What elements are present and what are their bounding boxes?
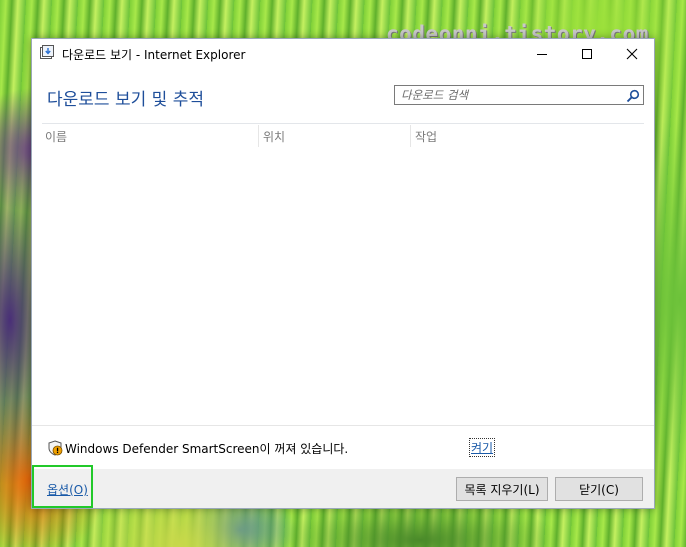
list-divider	[32, 425, 654, 426]
column-header-name[interactable]: 이름	[45, 128, 67, 145]
page-heading: 다운로드 보기 및 추적	[47, 90, 204, 110]
window-title: 다운로드 보기 - Internet Explorer	[62, 48, 246, 62]
maximize-button[interactable]	[564, 39, 609, 69]
search-box	[394, 85, 644, 105]
options-label[interactable]: 옵션(O)	[47, 481, 88, 498]
turn-on-smartscreen-link[interactable]: 켜기	[469, 438, 496, 457]
column-separator[interactable]	[410, 125, 411, 147]
search-input[interactable]	[395, 86, 627, 104]
options-link[interactable]: 옵션(O)	[32, 465, 93, 508]
close-button[interactable]: 닫기(C)	[555, 477, 643, 501]
maximize-icon	[581, 49, 592, 59]
minimize-button[interactable]	[519, 39, 564, 69]
header-divider	[42, 123, 644, 124]
downloads-list[interactable]	[32, 149, 654, 425]
title-bar: 다운로드 보기 - Internet Explorer	[32, 39, 654, 69]
smartscreen-message: Windows Defender SmartScreen이 꺼져 있습니다.	[65, 442, 349, 456]
clear-list-button[interactable]: 목록 지우기(L)	[456, 477, 548, 501]
search-icon	[626, 89, 640, 103]
warning-shield-icon	[47, 440, 63, 456]
downloads-app-icon	[39, 45, 55, 61]
search-button[interactable]	[626, 88, 640, 103]
column-header-action[interactable]: 작업	[415, 128, 437, 145]
download-manager-window: 다운로드 보기 - Internet Explorer 다운로드 보기 및 추적	[31, 38, 655, 509]
close-window-button[interactable]	[609, 39, 654, 69]
column-header-location[interactable]: 위치	[263, 128, 285, 145]
minimize-icon	[536, 54, 547, 55]
close-icon	[626, 48, 637, 60]
column-separator[interactable]	[258, 125, 259, 147]
footer-bar: 옵션(O) 목록 지우기(L) 닫기(C)	[32, 465, 654, 508]
